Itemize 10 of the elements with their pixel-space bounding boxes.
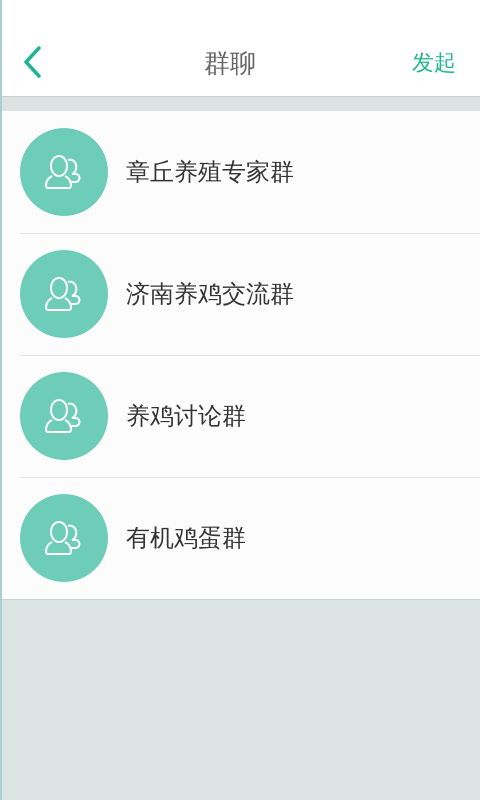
group-name: 有机鸡蛋群: [126, 523, 246, 554]
group-row[interactable]: 章丘养殖专家群: [2, 111, 480, 233]
group-row[interactable]: 济南养鸡交流群: [2, 233, 480, 355]
group-name: 养鸡讨论群: [126, 401, 246, 432]
group-row[interactable]: 养鸡讨论群: [2, 355, 480, 477]
group-name: 济南养鸡交流群: [126, 279, 294, 310]
back-icon: [22, 45, 42, 79]
group-name: 章丘养殖专家群: [126, 157, 294, 188]
group-row[interactable]: 有机鸡蛋群: [2, 477, 480, 599]
page-title: 群聊: [204, 48, 256, 80]
